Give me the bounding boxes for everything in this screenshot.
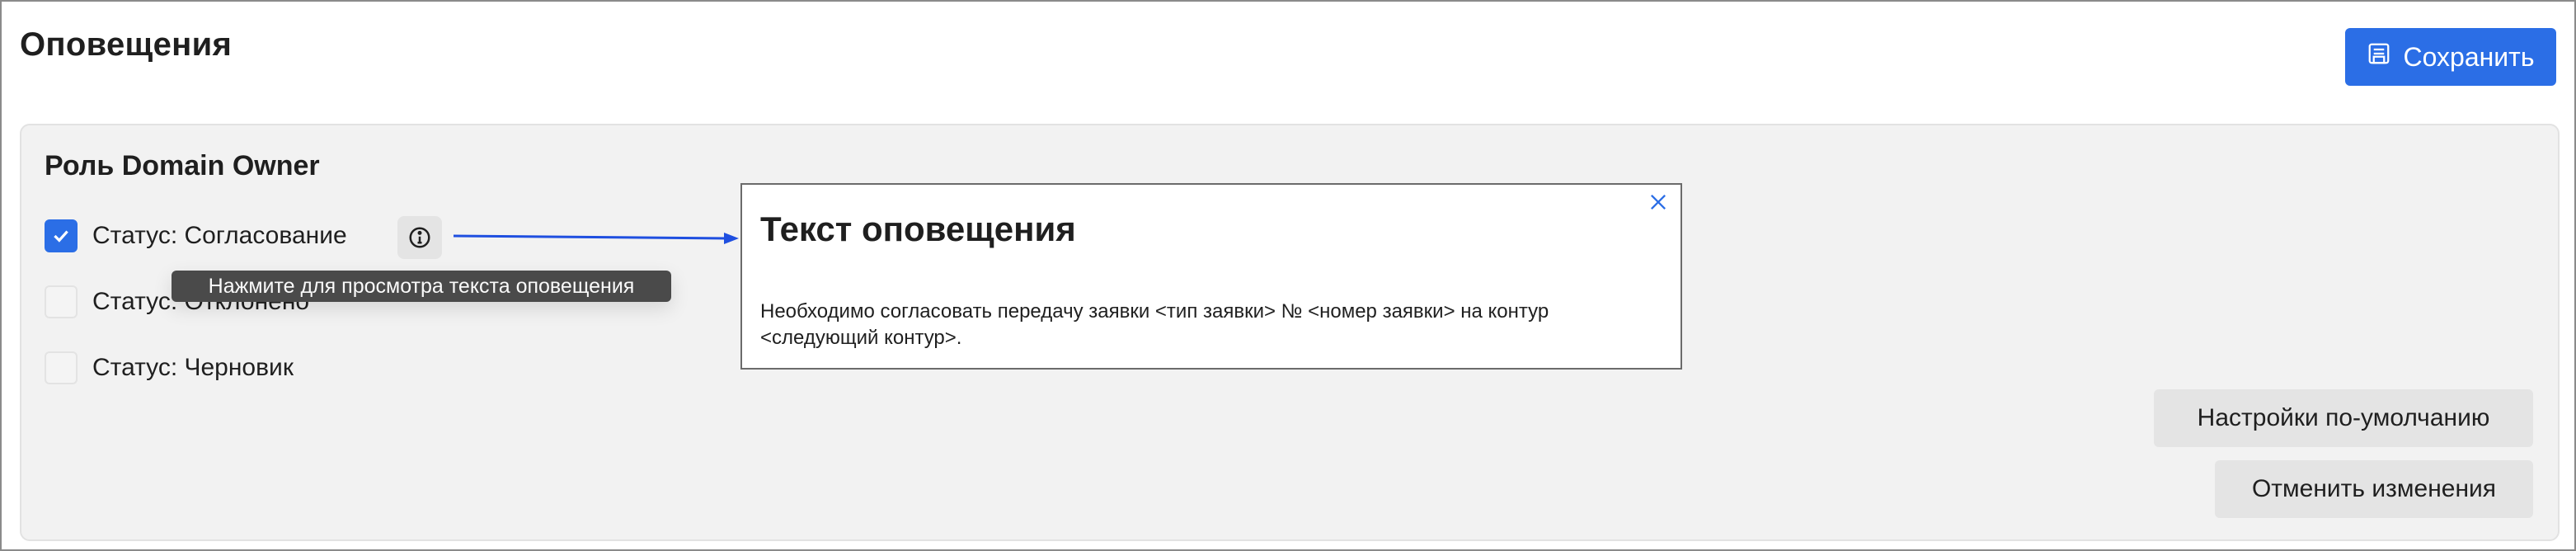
popup-title: Текст оповещения [760, 210, 1076, 248]
notifications-page: Оповещения Сохранить Роль Domain Owner С… [0, 0, 2576, 551]
save-icon [2367, 41, 2391, 73]
save-button[interactable]: Сохранить [2345, 28, 2556, 86]
page-title: Оповещения [20, 26, 233, 63]
close-icon [1651, 195, 1666, 210]
close-button[interactable] [1644, 188, 1672, 216]
pointer-arrow [453, 233, 739, 244]
popup-body: Необходимо согласовать передачу заявки <… [760, 300, 1549, 349]
role-settings-panel: Роль Domain Owner Статус: Согласование С… [20, 124, 2560, 541]
defaults-button[interactable]: Настройки по-умолчанию [2154, 389, 2533, 447]
info-tooltip: Нажмите для просмотра текста оповещения [172, 271, 671, 302]
notification-text-popup: Текст оповещения Необходимо согласовать … [740, 183, 1682, 370]
save-button-label: Сохранить [2403, 41, 2535, 72]
cancel-changes-button[interactable]: Отменить изменения [2215, 460, 2533, 518]
